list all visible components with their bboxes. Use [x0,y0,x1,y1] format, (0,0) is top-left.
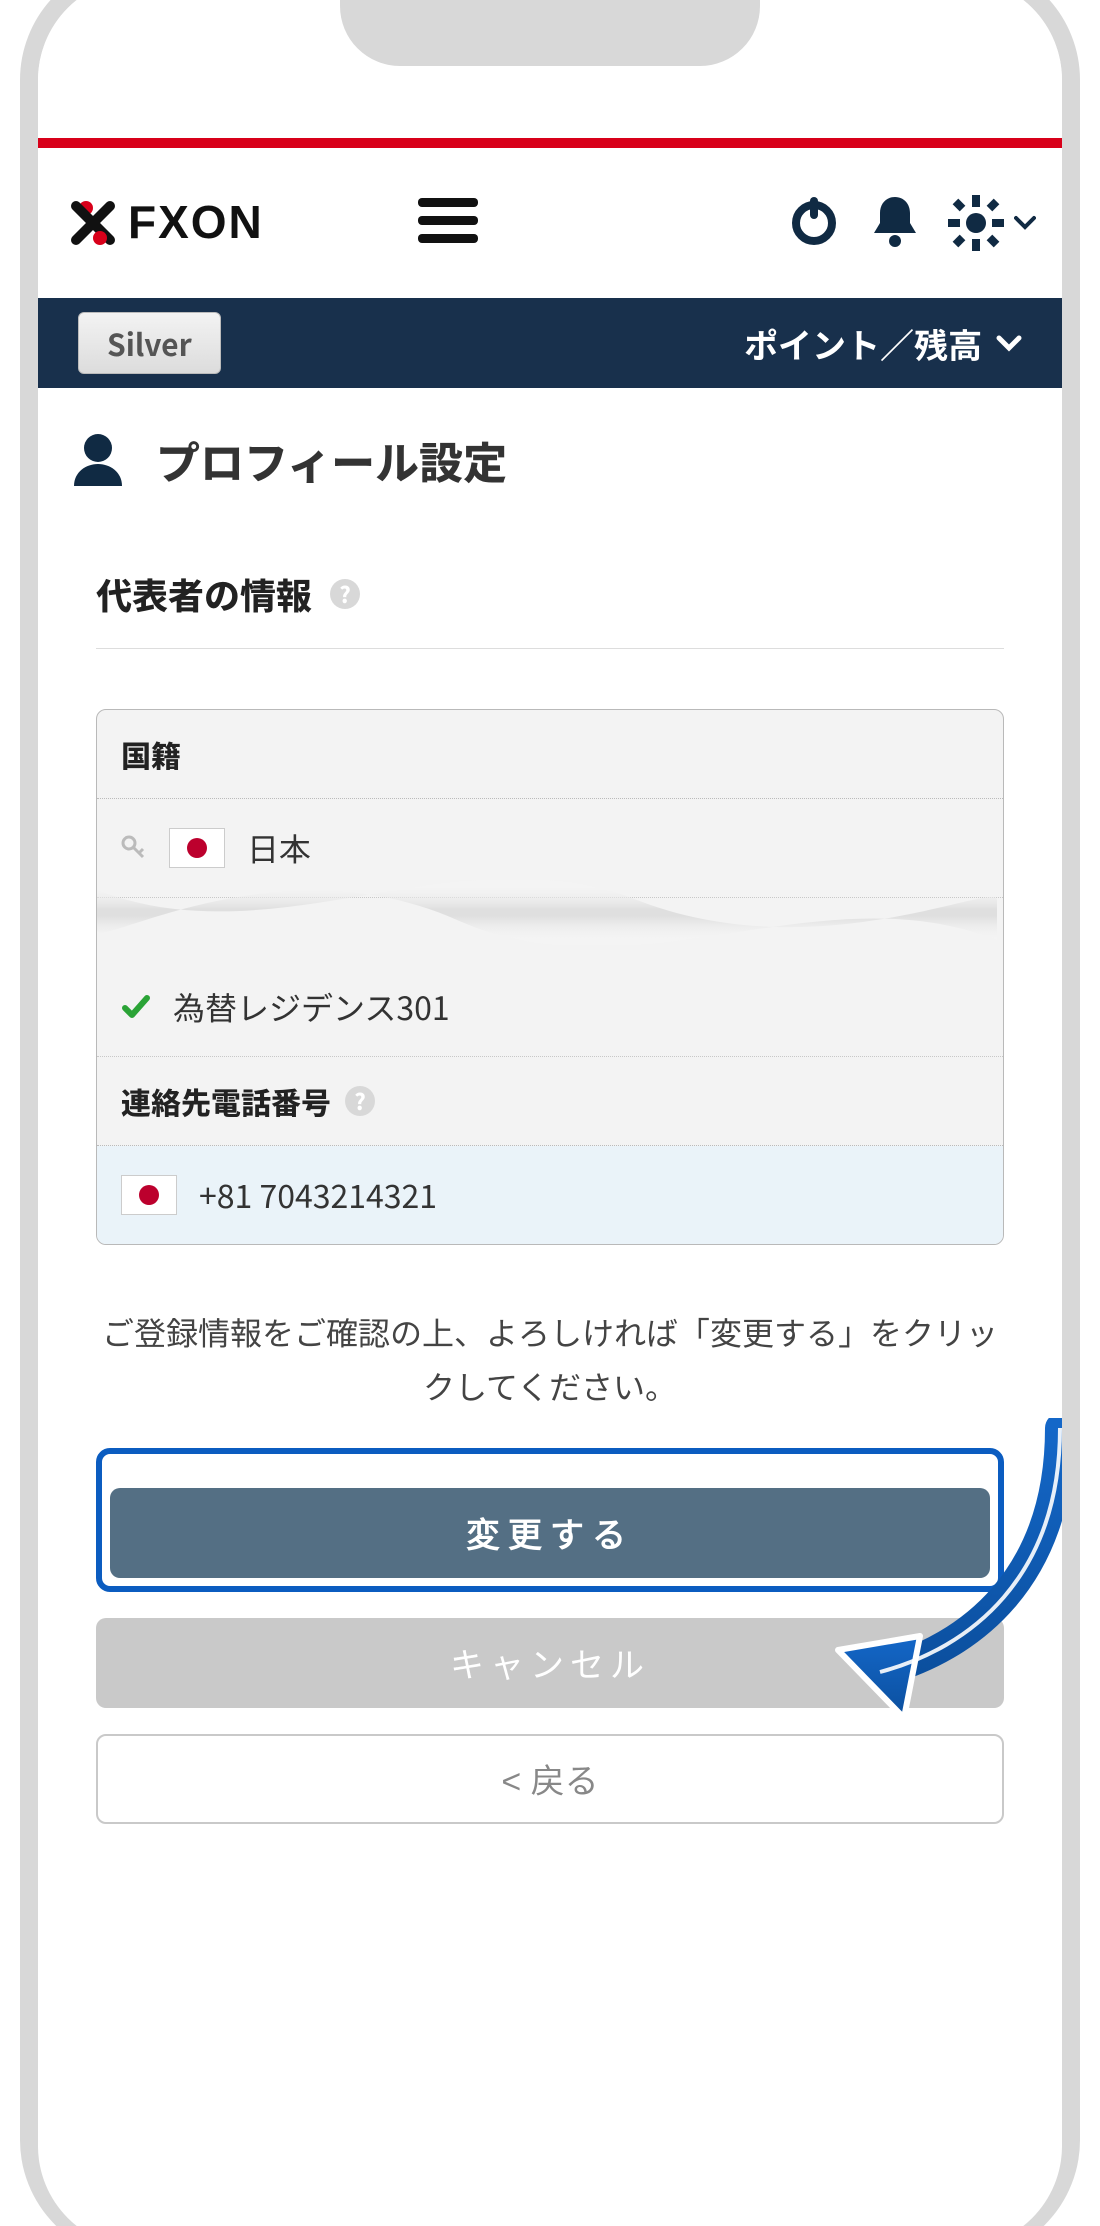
logo-text-icon: FXON [128,194,388,252]
key-icon [121,835,147,861]
form-box: 国籍 日本 [96,709,1004,1245]
back-button[interactable]: < 戻る [96,1734,1004,1824]
page-title: プロフィール設定 [66,428,507,492]
phone-header: 連絡先電話番号 ? [97,1057,1003,1146]
nationality-header: 国籍 [97,710,1003,799]
confirm-text: ご登録情報をご確認の上、よろしければ「変更する」をクリックしてください。 [96,1305,1004,1414]
help-icon[interactable]: ? [345,1086,375,1116]
main-card: 代表者の情報 ? 国籍 日本 [66,538,1034,2208]
logo-mark-icon [64,194,122,252]
device-notch [340,0,760,66]
address-value: 為替レジデンス301 [173,984,450,1030]
accent-bar [38,138,1062,148]
balance-toggle[interactable]: ポイント／残高 [744,319,1022,368]
help-icon[interactable]: ? [330,579,360,609]
submit-button[interactable]: 変更する [110,1488,990,1578]
nationality-label: 国籍 [121,732,181,776]
screen: FXON [38,0,1062,2226]
user-icon [66,428,130,492]
app-header: FXON [38,148,1062,298]
nationality-value: 日本 [247,825,311,871]
address-row[interactable]: 為替レジデンス301 [97,958,1003,1057]
power-button[interactable] [786,193,842,254]
menu-button[interactable] [418,196,478,251]
phone-value: +81 7043214321 [199,1172,437,1218]
settings-button[interactable] [948,195,1036,251]
phone-label: 連絡先電話番号 [121,1079,331,1123]
nationality-row[interactable]: 日本 [97,799,1003,898]
svg-text:FXON: FXON [128,196,264,248]
notifications-button[interactable] [870,193,920,254]
status-bar: Silver ポイント／残高 [38,298,1062,388]
balance-label: ポイント／残高 [744,319,982,368]
chevron-down-icon [996,330,1022,356]
page-title-text: プロフィール設定 [156,428,507,492]
flag-jp-icon [169,828,225,868]
gear-icon [948,195,1004,251]
phone-row[interactable]: +81 7043214321 [97,1146,1003,1244]
chevron-down-icon [1014,212,1036,234]
submit-highlight: 変更する [96,1448,1004,1592]
cancel-button[interactable]: キャンセル [96,1618,1004,1708]
tier-badge[interactable]: Silver [78,312,221,374]
hamburger-icon [418,196,478,246]
section-title-text: 代表者の情報 [96,568,312,620]
bell-icon [870,193,920,249]
check-icon [121,992,151,1022]
power-icon [786,193,842,249]
brand-logo[interactable]: FXON [64,194,388,252]
flag-jp-icon [121,1175,177,1215]
section-title: 代表者の情報 ? [96,568,1004,649]
